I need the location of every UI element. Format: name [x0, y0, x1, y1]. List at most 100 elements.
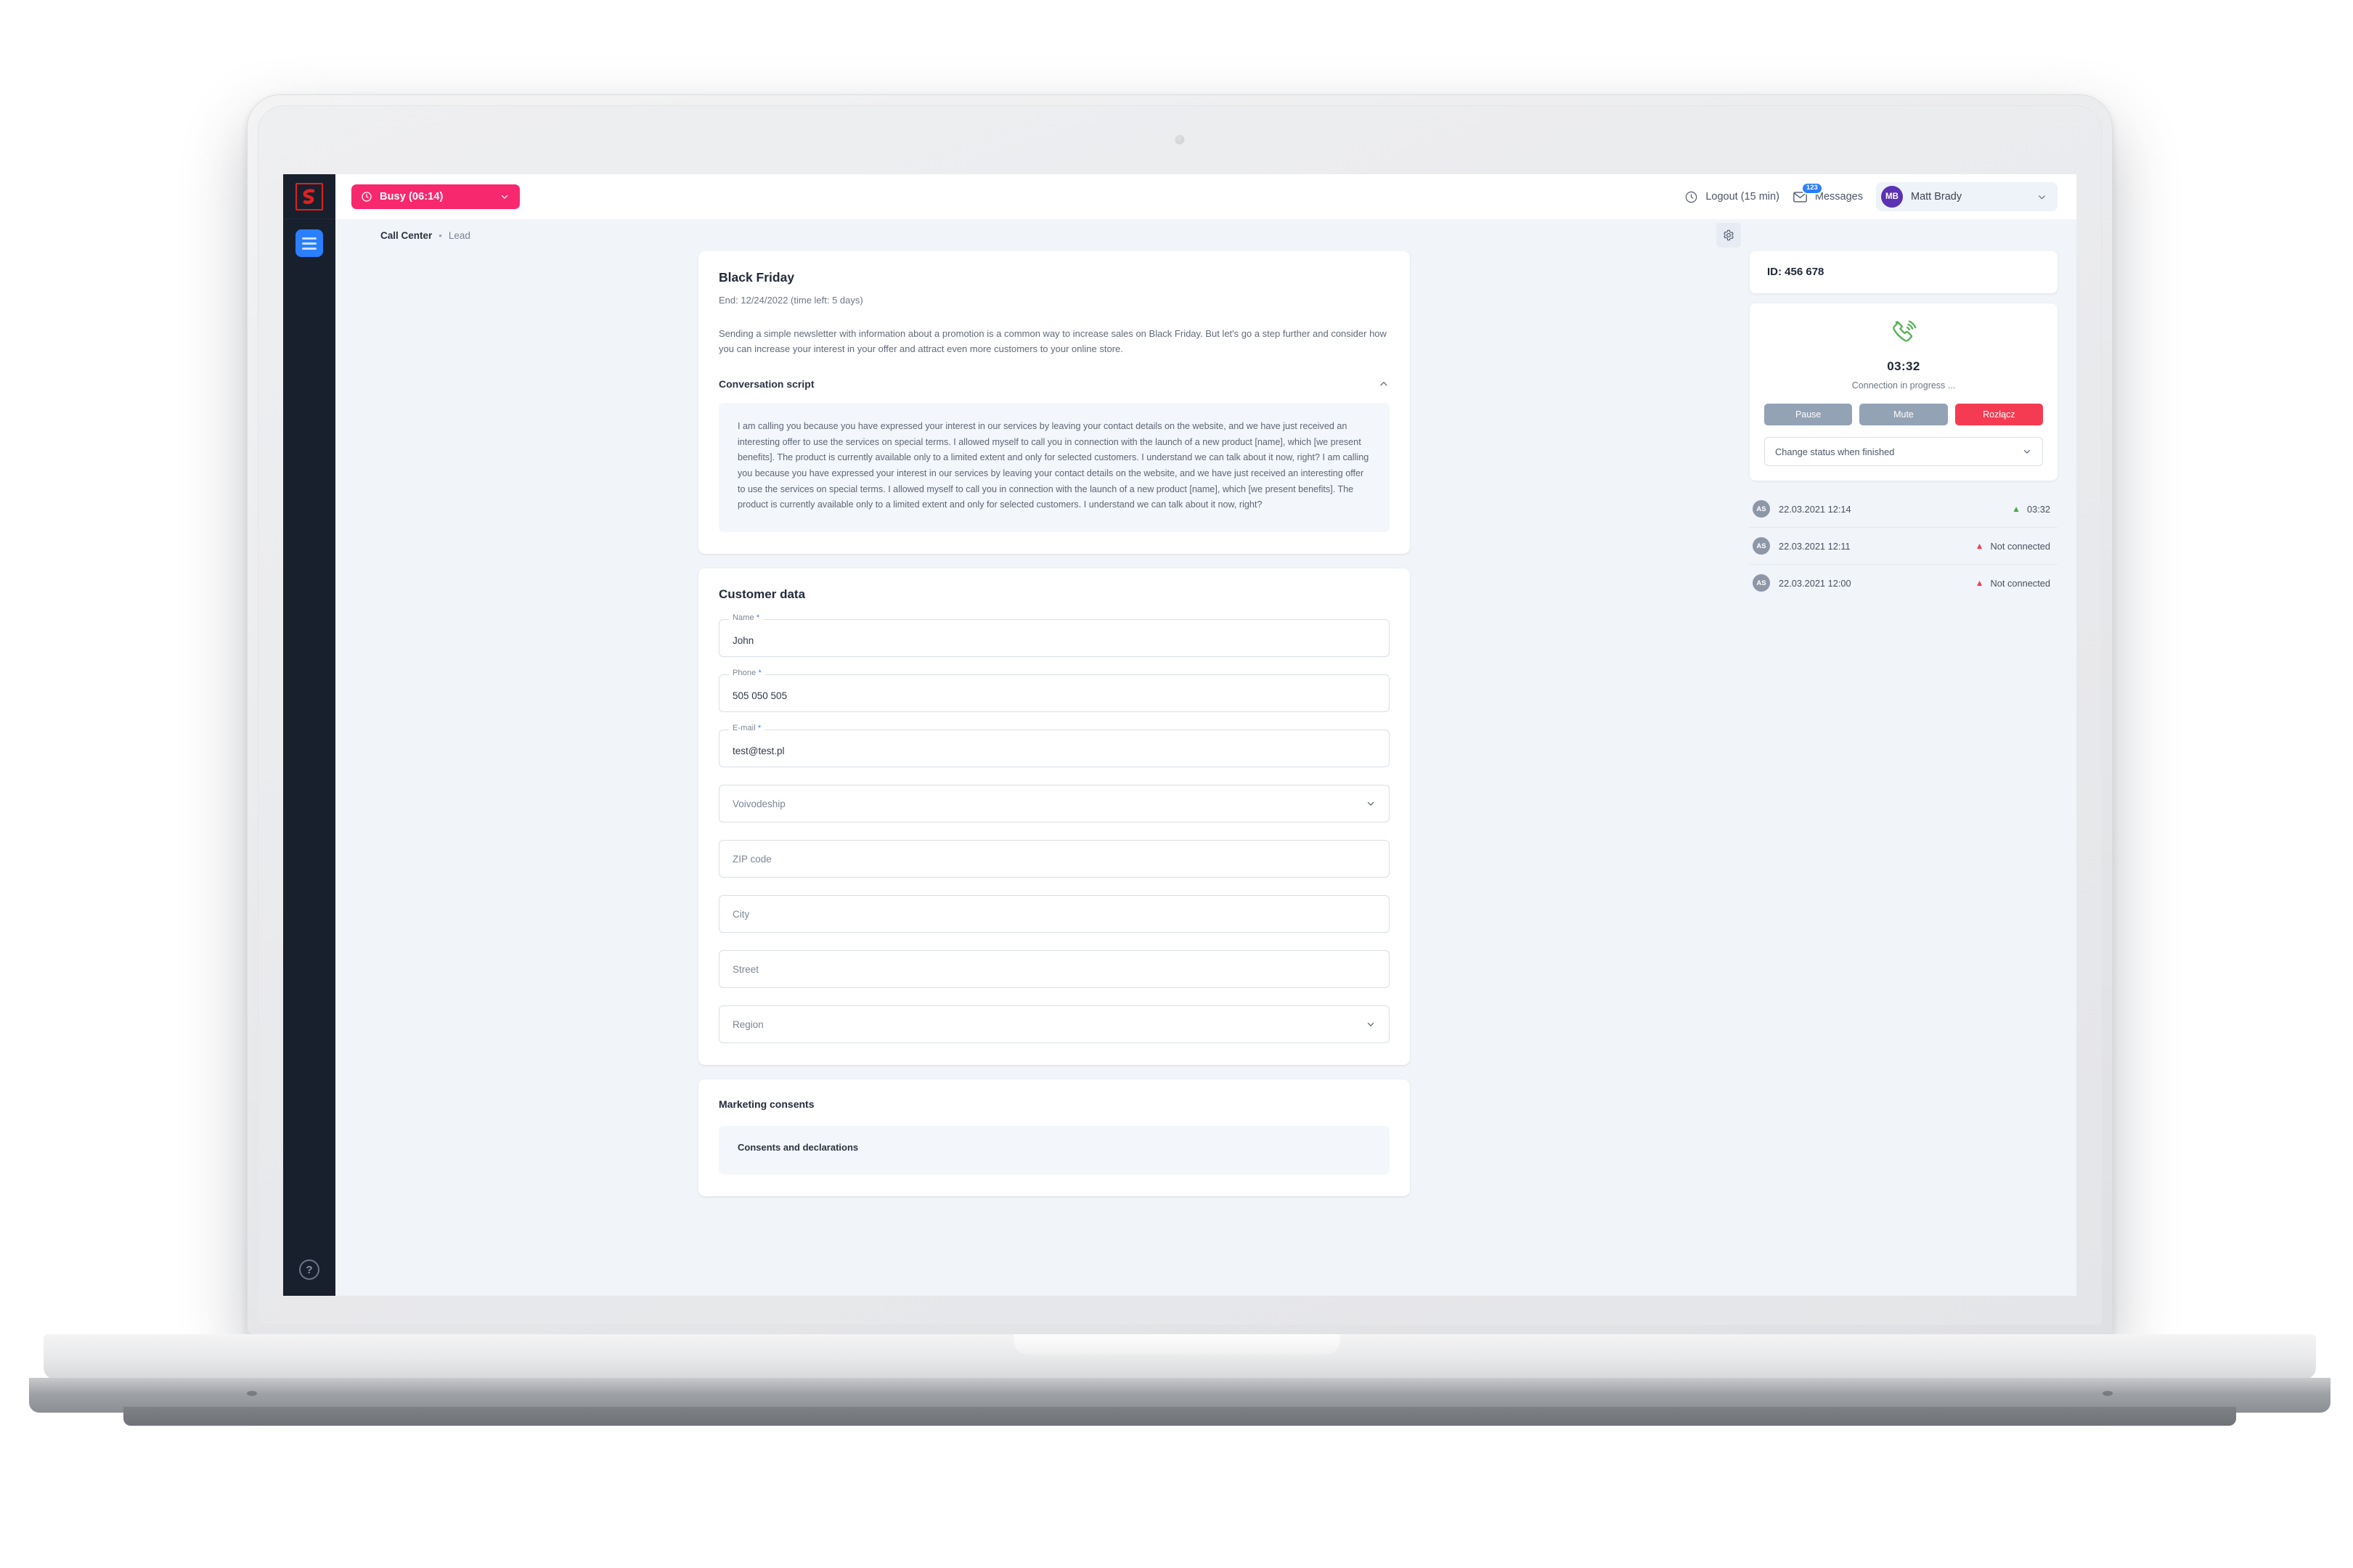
breadcrumb-current: Lead [448, 229, 470, 241]
topbar: Busy (06:14) Logout (15 min) 123 Message… [335, 174, 2076, 219]
field-email-label: E-mail * [729, 724, 765, 733]
arrow-up-icon: ▲ [2012, 504, 2020, 514]
field-street[interactable]: Street [719, 950, 1390, 989]
call-result: ▲ Not connected [1975, 578, 2050, 589]
change-status-value: Change status when finished [1775, 446, 1895, 457]
breadcrumb: Call Center • Lead [335, 219, 2076, 251]
call-date: 22.03.2021 12:14 [1779, 503, 1851, 515]
avatar: AS [1753, 500, 1770, 518]
street-input[interactable]: Street [719, 950, 1390, 989]
call-sidebar: ID: 456 678 03:32 Connection in progress… [1741, 251, 2058, 1296]
email-input[interactable]: test@test.pl [719, 730, 1390, 768]
hangup-button[interactable]: Rozłącz [1954, 404, 2043, 425]
stage: Busy (06:14) Logout (15 min) 123 Message… [335, 174, 2076, 1296]
sidebar-rail: ? [283, 174, 335, 1296]
name-input[interactable]: John [719, 619, 1390, 658]
hamburger-icon [302, 237, 317, 250]
field-email[interactable]: E-mail * test@test.pl [719, 724, 1390, 768]
table-row[interactable]: AS 22.03.2021 12:00 ▲ Not connected [1750, 565, 2058, 601]
user-name: Matt Brady [1911, 191, 1962, 203]
field-name-label-text: Name [733, 613, 754, 623]
table-row[interactable]: AS 22.03.2021 12:14 ▲ 03:32 [1750, 491, 2058, 528]
field-name-label: Name * [729, 613, 764, 623]
messages-button[interactable]: 123 Messages [1793, 183, 1863, 204]
city-input[interactable]: City [719, 895, 1390, 934]
content-area: Black Friday End: 12/24/2022 (time left:… [335, 251, 2076, 1296]
call-result-text: Not connected [1990, 577, 2050, 589]
change-status-select[interactable]: Change status when finished [1764, 437, 2043, 466]
chevron-down-icon [2023, 449, 2031, 454]
lead-id-card: ID: 456 678 [1750, 251, 2058, 293]
marketing-consents-title: Marketing consents [719, 1098, 815, 1111]
messages-icon-wrap: 123 [1793, 183, 1822, 204]
call-controls: Pause Mute Rozłącz [1764, 404, 2043, 425]
region-select[interactable]: Region [719, 1005, 1390, 1044]
arrow-up-icon: ▲ [1975, 578, 1984, 588]
zip-placeholder: ZIP code [733, 853, 772, 865]
app-root: ? Busy (06:14) Logout (15 min) 123 Messa… [283, 174, 2076, 1296]
street-placeholder: Street [733, 963, 759, 975]
campaign-card-body: Black Friday End: 12/24/2022 (time left:… [698, 251, 1410, 554]
breadcrumb-root[interactable]: Call Center [380, 230, 432, 241]
avatar: MB [1881, 186, 1903, 208]
mute-button[interactable]: Mute [1859, 404, 1948, 425]
marketing-consents-body: Marketing consents Consents and declarat… [698, 1079, 1410, 1196]
call-result-text: 03:32 [2026, 503, 2050, 515]
voivodeship-select[interactable]: Voivodeship [719, 785, 1390, 823]
screen: ? Busy (06:14) Logout (15 min) 123 Messa… [283, 174, 2076, 1296]
field-city[interactable]: City [719, 895, 1390, 934]
campaign-end-date: End: 12/24/2022 (time left: 5 days) [719, 295, 863, 306]
field-phone-label: Phone * [729, 669, 765, 678]
voivodeship-value: Voivodeship [733, 798, 786, 809]
zip-input[interactable]: ZIP code [719, 840, 1390, 878]
conversation-script-toggle[interactable]: Conversation script [719, 378, 1390, 390]
call-timer: 03:32 [1887, 359, 1920, 373]
clock-icon [1686, 191, 1697, 203]
city-placeholder: City [733, 908, 750, 920]
conversation-script-text: I am calling you because you have expres… [719, 403, 1390, 533]
field-zip[interactable]: ZIP code [719, 840, 1390, 878]
logo-cell [283, 174, 335, 219]
laptop-mockup: ? Busy (06:14) Logout (15 min) 123 Messa… [0, 0, 2353, 1568]
phone-calling-icon [1893, 320, 1917, 342]
customer-data-title: Customer data [719, 587, 806, 602]
pause-button[interactable]: Pause [1764, 404, 1853, 425]
agent-status-dropdown[interactable]: Busy (06:14) [351, 184, 520, 209]
laptop-base-shadow [123, 1407, 2236, 1426]
user-menu[interactable]: MB Matt Brady [1876, 182, 2058, 211]
arrow-up-icon: ▲ [1975, 541, 1984, 551]
chevron-down-icon [1367, 1022, 1374, 1026]
customer-data-body: Customer data Name * John Phone * 505 05… [698, 568, 1410, 1065]
call-history-list: AS 22.03.2021 12:14 ▲ 03:32 AS 22.03.202… [1750, 491, 2058, 601]
table-row[interactable]: AS 22.03.2021 12:11 ▲ Not connected [1750, 528, 2058, 565]
field-region[interactable]: Region [719, 1005, 1390, 1044]
consents-subtitle: Consents and declarations [738, 1142, 859, 1153]
call-result: ▲ 03:32 [2012, 504, 2050, 515]
laptop-base-notch [1013, 1334, 1340, 1355]
phone-input[interactable]: 505 050 505 [719, 674, 1390, 713]
page-title: Black Friday [719, 270, 795, 285]
chevron-down-icon [1367, 801, 1374, 806]
required-marker: * [754, 613, 760, 623]
sidebar-menu-toggle[interactable] [295, 229, 323, 257]
region-value: Region [733, 1018, 764, 1030]
field-voivodeship[interactable]: Voivodeship [719, 785, 1390, 823]
required-marker: * [756, 669, 762, 678]
field-name[interactable]: Name * John [719, 613, 1390, 658]
help-icon[interactable]: ? [299, 1259, 319, 1280]
clock-icon [362, 192, 372, 202]
conversation-script-label: Conversation script [719, 378, 815, 391]
chevron-down-icon [501, 195, 508, 199]
logout-timer[interactable]: Logout (15 min) [1684, 190, 1779, 204]
call-status-text: Connection in progress ... [1851, 380, 1956, 391]
field-phone[interactable]: Phone * 505 050 505 [719, 669, 1390, 713]
call-date: 22.03.2021 12:11 [1779, 540, 1851, 552]
field-email-label-text: E-mail [733, 724, 756, 733]
company-logo-icon[interactable] [295, 182, 323, 211]
left-spacer [335, 251, 698, 1296]
breadcrumb-separator: • [439, 229, 442, 241]
chevron-down-icon [2039, 195, 2045, 199]
marketing-consents-card: Marketing consents Consents and declarat… [698, 1079, 1410, 1197]
consents-panel: Consents and declarations [719, 1126, 1390, 1175]
settings-button[interactable] [1716, 223, 1741, 248]
